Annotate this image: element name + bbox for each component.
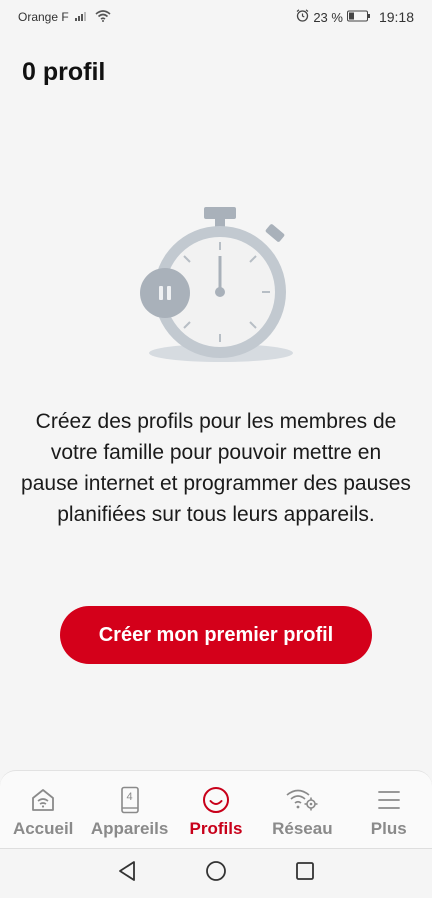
device-count-badge: 4 [126, 791, 133, 803]
nav-item-reseau[interactable]: Réseau [259, 785, 345, 839]
menu-icon [377, 785, 401, 815]
empty-state-description: Créez des profils pour les membres de vo… [21, 410, 411, 526]
page-title: 0 profil [22, 58, 106, 86]
nav-label-reseau: Réseau [272, 819, 333, 838]
network-settings-icon [285, 785, 319, 815]
nav-label-profils: Profils [189, 819, 243, 838]
nav-label-appareils: Appareils [90, 819, 169, 838]
nav-label-plus: Plus [370, 819, 407, 838]
system-nav-bar [0, 848, 432, 898]
alarm-icon [296, 9, 309, 25]
home-circle-icon[interactable] [205, 860, 227, 887]
signal-icon [74, 10, 89, 24]
battery-icon [346, 10, 371, 25]
back-icon[interactable] [117, 860, 137, 887]
carrier-name: Orange F [18, 10, 69, 24]
create-first-profile-button[interactable]: Créer mon premier profil [60, 606, 372, 664]
nav-item-accueil[interactable]: Accueil [0, 785, 86, 839]
home-wifi-icon [30, 785, 56, 815]
battery-percent: 23 % [313, 9, 343, 25]
paused-stopwatch-icon [135, 200, 300, 370]
status-bar: Orange F 23 % 19:18 [0, 0, 432, 34]
nav-label-accueil: Accueil [12, 819, 74, 838]
recent-apps-icon[interactable] [295, 861, 315, 886]
bottom-nav: Accueil 4 Appareils Profils Réseau Plus [0, 770, 432, 848]
profile-smile-icon [202, 785, 230, 815]
nav-item-plus[interactable]: Plus [346, 785, 432, 839]
nav-item-appareils[interactable]: 4 Appareils [87, 785, 173, 839]
wifi-icon [95, 9, 111, 25]
clock: 19:18 [378, 9, 414, 25]
device-icon: 4 [120, 785, 140, 815]
nav-item-profils[interactable]: Profils [173, 785, 259, 839]
